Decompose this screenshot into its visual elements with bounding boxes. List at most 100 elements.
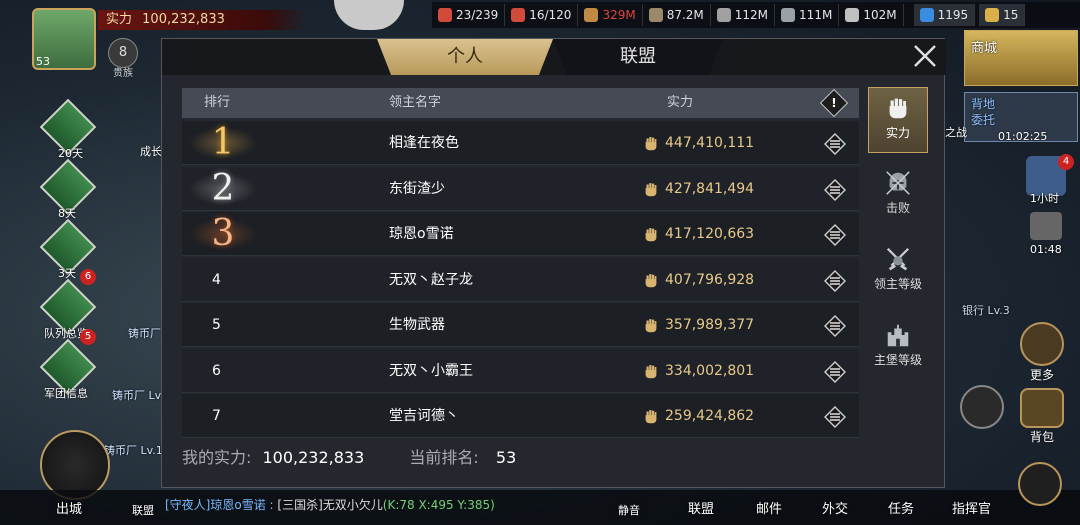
bottom-nav-button[interactable]: 静音 — [618, 502, 640, 518]
table-row[interactable]: 7 堂吉诃德丶 259,424,862 — [182, 394, 859, 438]
player-power-bar[interactable]: 实力 100,232,833 — [98, 10, 308, 30]
bottom-nav-button[interactable]: 外交 — [822, 498, 848, 517]
chat-alliance-button[interactable]: 联盟 — [132, 502, 154, 518]
lock-icon[interactable] — [960, 385, 1004, 429]
silver-icon — [845, 8, 860, 22]
resource-value: 23/239 — [456, 8, 499, 22]
growth-label[interactable]: 成长 — [140, 143, 162, 159]
tab-alliance[interactable]: 联盟 — [553, 39, 723, 75]
gems-icon — [919, 8, 934, 22]
quick-item-label: 军团信息 — [44, 387, 88, 400]
resource-coins[interactable]: 15 — [979, 4, 1026, 26]
details-menu-icon[interactable] — [824, 224, 846, 246]
quick-item-label: 20天 — [58, 147, 83, 160]
event-time-label: 1小时 — [1030, 192, 1059, 205]
category-tab[interactable]: 主堡等级 — [868, 315, 928, 381]
bottom-bar — [0, 490, 1080, 525]
power-value: 427,841,494 — [665, 180, 755, 197]
exit-city-button[interactable]: 出城 — [56, 498, 82, 517]
resource-troops[interactable]: 23/239 — [432, 4, 506, 26]
ranking-table: 排行 领主名字 实力 ! 1 相逢在夜色 447,410,111 2 东街渣少 42… — [182, 88, 859, 438]
bottom-nav-button[interactable]: 指挥官 — [952, 498, 991, 517]
category-tab[interactable]: 实力 — [868, 87, 928, 153]
table-row[interactable]: 5 生物武器 357,989,377 — [182, 303, 859, 347]
category-tab[interactable]: 领主等级 — [868, 239, 928, 305]
resource-gems[interactable]: 1195 — [913, 4, 976, 26]
resource-wood[interactable]: 87.2M — [643, 4, 711, 26]
fist-icon — [642, 362, 660, 380]
bottom-nav-button[interactable]: 任务 — [888, 498, 914, 517]
lord-name: 无双丶赵子龙 — [389, 271, 473, 288]
table-row[interactable]: 2 东街渣少 427,841,494 — [182, 166, 859, 211]
power-value: 259,424,862 — [665, 408, 755, 424]
lord-name: 生物武器 — [389, 317, 445, 333]
chest-timer: 01:48 — [1030, 243, 1062, 256]
details-menu-icon[interactable] — [824, 315, 846, 337]
tab-personal[interactable]: 个人 — [377, 39, 553, 75]
resource-value: 1195 — [937, 8, 969, 22]
my-power-label: 我的实力: — [182, 448, 252, 467]
info-icon[interactable]: ! — [819, 88, 849, 118]
iron-icon — [781, 8, 796, 22]
details-menu-icon[interactable] — [824, 269, 846, 292]
shuriken-icon[interactable] — [1018, 462, 1062, 506]
more-button[interactable] — [1020, 322, 1064, 366]
quest-suffix: 之战 — [945, 126, 967, 139]
header-power: 实力 — [667, 95, 694, 110]
ranking-modal: 个人 联盟 排行 领主名字 实力 ! 1 相逢在夜色 447,410,111 2 东… — [161, 38, 946, 488]
close-button[interactable] — [910, 43, 940, 73]
bottom-nav-button[interactable]: 邮件 — [756, 498, 782, 517]
player-avatar[interactable]: 53 — [32, 8, 96, 70]
resource-value: 111M — [799, 8, 833, 22]
resource-value: 16/120 — [529, 8, 572, 22]
vip-level: 8 — [118, 45, 128, 60]
map-label[interactable]: 铸币厂 Lv.19 — [104, 442, 170, 458]
chat-line[interactable]: [守夜人]琼恩o雪诺 : [三国杀]无双小欠儿(K:78 X:495 Y:385… — [165, 496, 495, 513]
chat-text: [三国杀]无双小欠儿 — [277, 498, 383, 512]
info-glyph: ! — [831, 96, 837, 110]
health-icon — [511, 8, 526, 22]
table-row[interactable]: 3 琼恩o雪诺 417,120,663 — [182, 212, 859, 256]
shop-button[interactable]: 商城 — [964, 30, 1078, 86]
chat-coords[interactable]: (K:78 X:495 Y:385) — [383, 498, 495, 512]
details-menu-icon[interactable] — [824, 360, 846, 383]
rank-number: 6 — [212, 362, 221, 379]
food-icon — [584, 8, 599, 22]
bank-label[interactable]: 银行 Lv.3 — [962, 302, 1010, 318]
pet-avatar-icon[interactable] — [334, 0, 404, 30]
fist-icon — [642, 225, 660, 243]
chest-icon[interactable] — [1030, 212, 1062, 240]
resource-food[interactable]: 329M — [578, 4, 643, 26]
rank-number: 5 — [212, 317, 221, 333]
category-tab-label: 主堡等级 — [873, 353, 922, 367]
resource-stone[interactable]: 112M — [711, 4, 776, 26]
table-row[interactable]: 6 无双丶小霸王 334,002,801 — [182, 348, 859, 393]
table-row[interactable]: 1 相逢在夜色 447,410,111 — [182, 121, 859, 165]
fist-icon — [869, 94, 927, 122]
resource-health[interactable]: 16/120 — [505, 4, 579, 26]
details-menu-icon[interactable] — [824, 178, 846, 201]
fist-icon — [642, 316, 660, 334]
stone-icon — [716, 8, 731, 22]
resource-iron[interactable]: 111M — [775, 4, 840, 26]
troops-icon — [438, 8, 452, 22]
player-level: 53 — [36, 55, 50, 68]
details-menu-icon[interactable] — [824, 133, 846, 155]
resource-silver[interactable]: 102M — [839, 4, 904, 26]
map-label[interactable]: 铸币厂 — [128, 325, 161, 341]
bottom-nav-button[interactable]: 联盟 — [688, 498, 714, 517]
rank-number: 3 — [211, 213, 235, 254]
power-label: 实力 — [106, 12, 133, 27]
category-tab[interactable]: 击败 — [868, 163, 928, 229]
bag-button[interactable] — [1020, 388, 1064, 428]
category-tab-label: 击败 — [885, 201, 910, 215]
power-value: 447,410,111 — [665, 135, 755, 151]
power-value: 407,796,928 — [665, 271, 755, 288]
table-row[interactable]: 4 无双丶赵子龙 407,796,928 — [182, 257, 859, 302]
my-rank-label: 当前排名: — [409, 448, 479, 467]
helmet-icon — [868, 169, 928, 197]
details-menu-icon[interactable] — [824, 406, 846, 428]
fist-icon — [642, 407, 660, 425]
power-value: 357,989,377 — [665, 317, 755, 333]
ranking-tabs: 个人 联盟 — [162, 39, 946, 75]
